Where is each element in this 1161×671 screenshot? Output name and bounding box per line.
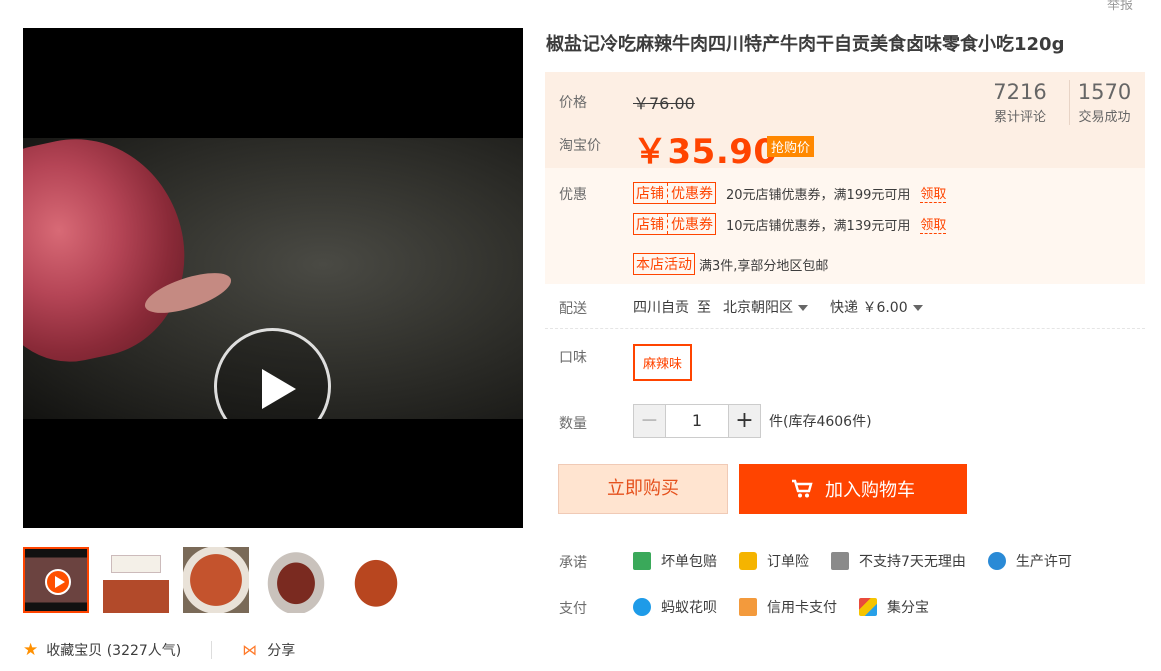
jifenbao-icon xyxy=(859,598,877,616)
quantity-stepper: − 1 + 件(库存4606件) xyxy=(633,404,872,438)
add-to-cart-button[interactable]: 加入购物车 xyxy=(739,464,967,514)
reviews-label: 累计评论 xyxy=(993,110,1046,125)
no-return-icon xyxy=(831,552,849,570)
collect-button[interactable]: 收藏宝贝 (3227人气) xyxy=(46,640,181,660)
video-frame xyxy=(23,138,523,419)
coupon-row: 店铺 优惠券 10元店铺优惠券，满139元可用 领取 xyxy=(633,213,947,235)
shipping-label: 配送 xyxy=(559,301,587,317)
thumbnail-list xyxy=(23,547,409,613)
divider xyxy=(545,328,1145,329)
compensation-icon xyxy=(633,552,651,570)
promise-item[interactable]: 坏单包赔 xyxy=(633,551,717,571)
credit-card-icon xyxy=(739,598,757,616)
product-title: 椒盐记冷吃麻辣牛肉四川特产牛肉干自贡美食卤味零食小吃120g xyxy=(546,34,1065,55)
quantity-label: 数量 xyxy=(559,416,587,432)
coupon-row: 店铺 优惠券 20元店铺优惠券，满199元可用 领取 xyxy=(633,182,947,204)
payment-label: 支付 xyxy=(559,601,587,617)
collect-share-bar: ★ 收藏宝贝 (3227人气) ⋈ 分享 xyxy=(23,640,295,660)
promise-item[interactable]: 生产许可 xyxy=(987,551,1072,571)
flavor-option-selected[interactable]: 麻辣味 xyxy=(633,344,693,381)
stock-text: 件(库存4606件) xyxy=(769,414,872,430)
original-price: ￥76.00 xyxy=(633,94,695,113)
trades-count: 1570 xyxy=(1077,80,1132,104)
payment-item[interactable]: 蚂蚁花呗 xyxy=(633,597,717,617)
promise-label: 承诺 xyxy=(559,555,587,571)
taobao-price-label: 淘宝价 xyxy=(559,138,601,154)
add-to-cart-label: 加入购物车 xyxy=(825,480,915,501)
payment-list: 蚂蚁花呗 信用卡支付 集分宝 xyxy=(633,597,951,617)
cart-icon xyxy=(792,479,813,498)
payment-item[interactable]: 信用卡支付 xyxy=(739,597,837,617)
reviews-count: 7216 xyxy=(993,80,1047,104)
chevron-down-icon xyxy=(798,305,808,311)
video-content-meat xyxy=(23,138,204,377)
star-icon: ★ xyxy=(23,640,39,660)
chevron-down-icon xyxy=(912,305,923,311)
promise-item[interactable]: 不支持7天无理由 xyxy=(831,551,966,571)
trades-stat[interactable]: 1570 交易成功 xyxy=(1069,80,1139,125)
reviews-stat[interactable]: 7216 累计评论 xyxy=(985,80,1055,125)
promotions-panel: 优惠 店铺 优惠券 20元店铺优惠券，满199元可用 领取 店铺 优惠券 10元店铺… xyxy=(545,168,1145,284)
buy-now-button[interactable]: 立即购买 xyxy=(558,464,728,514)
coupon-text: 10元店铺优惠券，满139元可用 xyxy=(726,218,911,234)
report-link[interactable]: 举报 xyxy=(1107,0,1133,13)
thumbnail-4[interactable] xyxy=(263,547,329,613)
claim-coupon-link[interactable]: 领取 xyxy=(920,183,947,203)
thumbnail-5[interactable] xyxy=(343,547,409,613)
quantity-input[interactable]: 1 xyxy=(666,404,728,438)
ship-from: 四川自贡 xyxy=(633,300,689,316)
promise-item[interactable]: 订单险 xyxy=(739,551,809,571)
share-button[interactable]: 分享 xyxy=(267,640,295,660)
promotions-label: 优惠 xyxy=(559,187,587,203)
shipping-method-select[interactable]: 快递 ￥6.00 xyxy=(830,297,923,317)
play-icon[interactable] xyxy=(214,328,331,419)
insurance-icon xyxy=(739,552,757,570)
decrease-button[interactable]: − xyxy=(633,404,666,438)
flash-price-badge: 抢购价 xyxy=(767,136,815,157)
product-video[interactable] xyxy=(23,28,523,528)
activity-text: 满3件,享部分地区包邮 xyxy=(699,258,829,274)
ship-to-word: 至 xyxy=(697,300,711,316)
current-price: ￥35.90 xyxy=(633,132,778,172)
promise-list: 坏单包赔 订单险 不支持7天无理由 生产许可 xyxy=(633,551,1094,571)
play-small-icon xyxy=(45,569,71,595)
license-icon xyxy=(987,552,1006,570)
huabei-icon xyxy=(633,598,651,616)
coupon-tag: 店铺 优惠券 xyxy=(633,182,716,204)
activity-row: 本店活动 满3件,享部分地区包邮 xyxy=(633,253,828,275)
price-panel: 价格 ￥76.00 淘宝价 ￥35.90 抢购价 7216 累计评论 1570 … xyxy=(545,72,1145,172)
divider xyxy=(211,641,213,659)
claim-coupon-link[interactable]: 领取 xyxy=(920,214,947,234)
payment-item[interactable]: 集分宝 xyxy=(859,597,929,617)
flavor-label: 口味 xyxy=(559,350,587,366)
coupon-text: 20元店铺优惠券，满199元可用 xyxy=(726,187,911,203)
activity-tag: 本店活动 xyxy=(633,253,695,275)
shipping-row: 四川自贡 至 北京朝阳区 快递 ￥6.00 xyxy=(633,297,923,317)
price-label: 价格 xyxy=(559,95,587,111)
destination-select[interactable]: 北京朝阳区 xyxy=(723,297,808,317)
thumbnail-2[interactable] xyxy=(103,547,169,613)
coupon-tag: 店铺 优惠券 xyxy=(633,213,716,235)
share-icon: ⋈ xyxy=(242,641,258,659)
thumbnail-3[interactable] xyxy=(183,547,249,613)
trades-label: 交易成功 xyxy=(1078,110,1131,125)
increase-button[interactable]: + xyxy=(728,404,761,438)
thumbnail-video[interactable] xyxy=(23,547,89,613)
